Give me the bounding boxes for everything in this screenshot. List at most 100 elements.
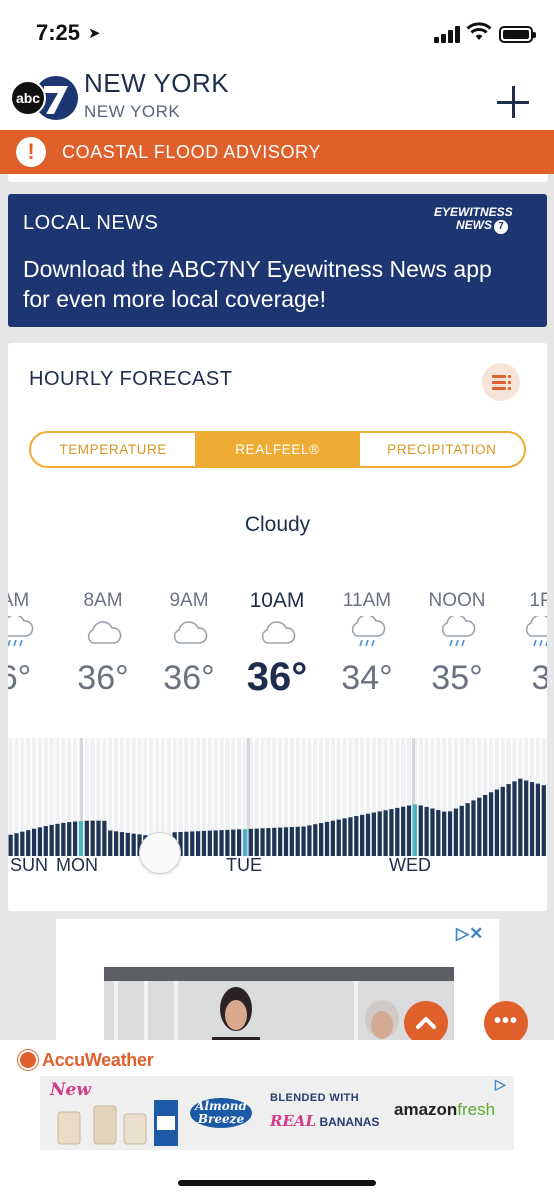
ad-choices-icon[interactable]: ▷✕	[456, 924, 483, 944]
chart-bar	[78, 821, 84, 856]
chart-bar	[108, 830, 113, 856]
chart-bar	[465, 803, 470, 856]
chart-bar	[31, 828, 37, 856]
chart-bar	[395, 807, 400, 856]
location-arrow-icon: ➤	[88, 25, 101, 42]
timeline-scrub-handle[interactable]	[139, 832, 181, 874]
chart-bar	[401, 806, 406, 856]
hourly-forecast-card: HOURLY FORECAST TEMPERATURE REALFEEL® PR…	[8, 343, 547, 911]
chart-bar	[96, 820, 101, 856]
hour-column[interactable]: AM 6°	[8, 589, 60, 698]
hour-label: 10AM	[249, 589, 305, 612]
day-label-wed: WED	[389, 855, 431, 875]
chart-bar	[248, 828, 253, 856]
battery-icon	[499, 26, 536, 43]
day-labels: SUN MON TUE WED	[8, 855, 547, 879]
chart-bar	[418, 805, 423, 856]
location-header: abc NEW YORK NEW YORK	[0, 66, 554, 130]
eyewitness-news-logo: EYEWITNESS NEWS 7	[434, 206, 513, 242]
chart-bar	[360, 814, 365, 856]
chart-bar	[219, 830, 224, 856]
chart-bar	[365, 813, 371, 856]
tab-temperature[interactable]: TEMPERATURE	[31, 433, 195, 466]
tab-realfeel[interactable]: REALFEEL®	[195, 433, 360, 466]
chart-bar	[90, 820, 95, 856]
scroll-to-top-button[interactable]	[404, 1001, 448, 1045]
day-label-sun: SUN	[10, 855, 49, 875]
local-news-card[interactable]: LOCAL NEWS EYEWITNESS NEWS 7 Download the…	[8, 194, 547, 327]
hour-column[interactable]: 11AM 34°	[322, 589, 412, 698]
hour-temp: 6°	[8, 659, 32, 697]
city-name[interactable]: NEW YORK	[84, 68, 229, 99]
chart-bar	[330, 820, 335, 856]
chart-bar	[371, 812, 376, 856]
chart-bar	[201, 830, 207, 856]
hour-temp: 36°	[77, 659, 129, 697]
chart-bar	[260, 828, 265, 856]
accuweather-logo: AccuWeather	[20, 1050, 154, 1071]
hour-column[interactable]: 1P 3	[496, 589, 547, 698]
rain-cloud-icon	[322, 613, 412, 653]
chart-bar	[84, 820, 89, 856]
hour-temp: 35°	[431, 659, 483, 697]
tab-precipitation[interactable]: PRECIPITATION	[360, 433, 524, 466]
chart-bar	[236, 829, 242, 856]
chart-bar	[442, 811, 447, 856]
hour-temp: 3	[531, 659, 547, 697]
more-options-button[interactable]: •••	[484, 1001, 528, 1045]
hour-column[interactable]: 9AM 36°	[144, 589, 234, 698]
chart-bar	[313, 824, 318, 856]
chart-bar	[324, 821, 330, 856]
forecast-tabs: TEMPERATURE REALFEEL® PRECIPITATION	[29, 431, 526, 468]
chart-bar	[190, 831, 195, 856]
abc7-logo: abc	[10, 76, 78, 120]
hour-label: AM	[8, 590, 30, 611]
add-location-button[interactable]	[494, 82, 534, 122]
chart-bar	[266, 828, 271, 856]
ad-choices-triangle-icon[interactable]: ▷	[495, 1076, 506, 1093]
real-word: REAL	[270, 1112, 317, 1130]
chart-bar	[231, 829, 236, 856]
chart-bar	[37, 827, 43, 856]
chart-bar	[272, 827, 277, 856]
abc7-mini-icon: 7	[494, 220, 508, 234]
banner-new-label: New	[50, 1080, 91, 1100]
hour-label: NOON	[428, 590, 486, 611]
chart-bar	[494, 789, 500, 856]
chart-bar	[348, 817, 353, 856]
hour-column[interactable]: 10AM 36°	[232, 589, 322, 700]
hour-label: 9AM	[169, 590, 209, 611]
chart-bar	[342, 818, 347, 856]
state-name: NEW YORK	[84, 102, 181, 121]
amazonfresh-logo: amazonfresh	[394, 1100, 495, 1120]
chart-bar	[295, 826, 300, 856]
coastal-flood-advisory-banner[interactable]: ! COASTAL FLOOD ADVISORY	[0, 130, 554, 174]
smoothie-cups-image	[57, 1100, 178, 1146]
chart-bar	[72, 821, 78, 856]
rain-cloud-icon	[496, 613, 547, 653]
rain-cloud-icon	[8, 613, 60, 653]
sun-icon	[20, 1052, 36, 1068]
chart-bar	[389, 809, 394, 856]
hour-temp: 34°	[341, 659, 393, 697]
hourly-strip[interactable]: AM 6° 8AM 36° 9AM 36° 10AM 36° 11AM 34° NOON 35° 1P 3	[8, 589, 547, 699]
chart-bar	[102, 820, 107, 856]
hour-column[interactable]: 8AM 36°	[58, 589, 148, 698]
chart-bar	[61, 822, 66, 856]
chart-bar	[49, 824, 54, 856]
amazon-word: amazon	[394, 1100, 458, 1119]
banner-advertisement[interactable]: New Almond Breeze BLENDED WITH REAL BANA…	[40, 1076, 514, 1150]
banner-real-bananas-text: REAL BANANAS	[270, 1112, 379, 1130]
chart-bar	[8, 834, 13, 856]
chart-bar	[447, 811, 453, 856]
list-view-button[interactable]	[482, 363, 520, 401]
day-label-tue: TUE	[226, 855, 262, 875]
chart-bar	[535, 783, 541, 856]
cellular-signal-icon	[434, 25, 460, 43]
chart-bar	[184, 831, 189, 856]
chart-bar	[436, 810, 441, 856]
chart-bar	[125, 832, 130, 856]
hour-column[interactable]: NOON 35°	[412, 589, 502, 698]
realfeel-trend-chart[interactable]	[8, 738, 547, 856]
rain-cloud-icon	[412, 613, 502, 653]
